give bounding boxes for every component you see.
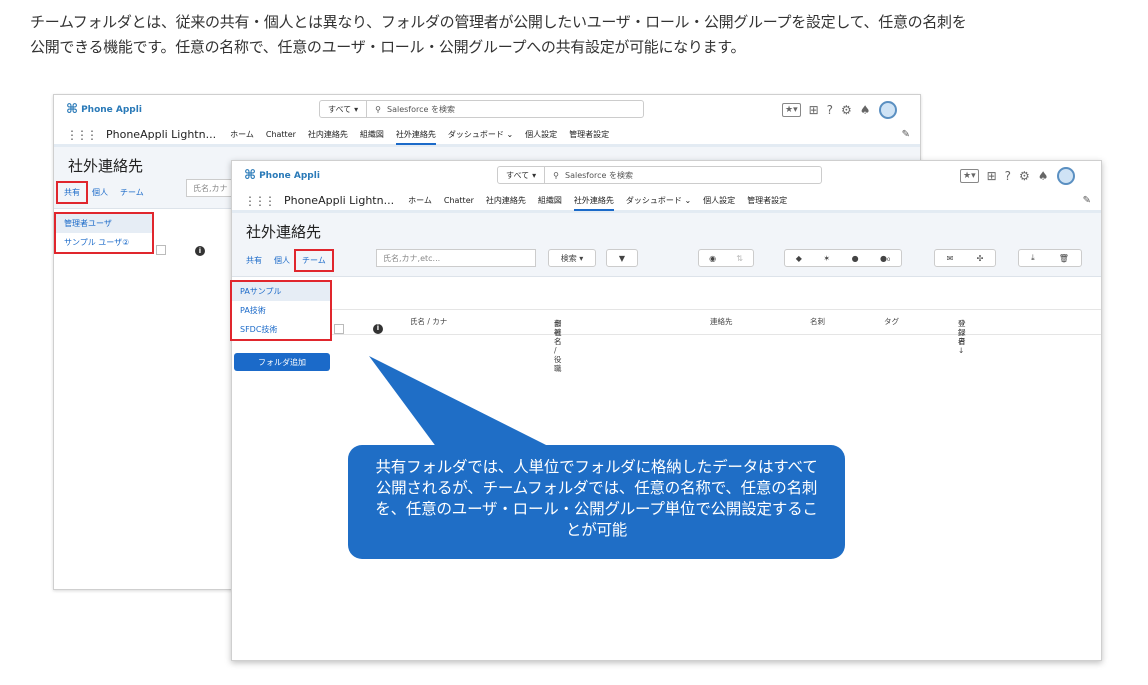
mail-actions-group[interactable]: ✉ ✣ [934, 249, 996, 267]
add-folder-button[interactable]: フォルダ追加 [234, 353, 330, 371]
gear-icon[interactable]: ⚙ [841, 103, 852, 117]
folder-list: PAサンプル PA技術 SFDC技術 [230, 280, 332, 341]
select-all-checkbox[interactable] [156, 245, 166, 255]
folder-item[interactable]: PA技術 [232, 301, 330, 320]
logo-icon: ⌘ [244, 168, 257, 183]
col-card[interactable]: 名刺 [810, 317, 825, 326]
nav-chatter[interactable]: Chatter [444, 196, 474, 205]
explanation-callout: 共有フォルダでは、人単位でフォルダに格納したデータはすべて公開されるが、チームフ… [348, 445, 845, 559]
nav-org-chart[interactable]: 組織図 [538, 195, 562, 206]
nav-external-contacts[interactable]: 社外連絡先 [395, 129, 436, 145]
search-scope[interactable]: すべて ▾ [498, 167, 546, 183]
edit-icon[interactable]: ✎ [902, 129, 910, 140]
people-icon[interactable]: ●₀ [880, 254, 890, 263]
top-bar: ⌘ Phone Appli すべて ▾ ⚲ Salesforce を検索 ★▾ ⊞ ?… [54, 95, 920, 125]
intro-line-1: チームフォルダとは、従来の共有・個人とは異なり、フォルダの管理者が公開したいユー… [30, 13, 967, 31]
trash-icon[interactable]: 🗑 [1059, 254, 1069, 263]
app-launcher-icon[interactable]: ⋮⋮⋮ [244, 194, 276, 208]
nav-org-chart[interactable]: 組織図 [360, 129, 384, 140]
header-tools: ★▾ ⊞ ? ⚙ ♠ [960, 167, 1075, 185]
filter-button[interactable]: ▼ [606, 249, 638, 267]
mail-icon[interactable]: ✉ [947, 254, 954, 263]
global-search[interactable]: すべて ▾ ⚲ Salesforce を検索 [497, 166, 822, 184]
top-bar: ⌘ Phone Appli すべて ▾ ⚲ Salesforce を検索 ★▾ ⊞ ?… [232, 161, 1101, 191]
help-icon[interactable]: ? [827, 103, 833, 117]
add-icon[interactable]: ⊞ [809, 103, 819, 117]
logo-icon: ⌘ [66, 102, 79, 117]
move-icon[interactable]: ✣ [977, 254, 984, 263]
card-actions-group[interactable]: ◆ ✶ ● ●₀ [784, 249, 902, 267]
view-toggle-group[interactable]: ◉ ⇅ [698, 249, 754, 267]
star-icon[interactable]: ✶ [823, 254, 830, 263]
app-logo: ⌘ Phone Appli [244, 168, 320, 183]
search-button[interactable]: 検索 ▾ [548, 249, 596, 267]
favorites-icon[interactable]: ★▾ [960, 169, 979, 183]
folder-tabs: 共有 個人 チーム [240, 249, 334, 272]
search-icon: ⚲ [375, 104, 381, 114]
nav-internal-contacts[interactable]: 社内連絡先 [486, 195, 526, 206]
col-tag[interactable]: タグ [884, 317, 899, 326]
folder-item[interactable]: サンプル ユーザ② [56, 233, 152, 252]
folder-item[interactable]: 管理者ユーザ [56, 214, 152, 233]
tab-shared[interactable]: 共有 [56, 181, 88, 204]
gear-icon[interactable]: ⚙ [1019, 169, 1030, 183]
nav-internal-contacts[interactable]: 社内連絡先 [308, 129, 348, 140]
tag-icon[interactable]: ◆ [796, 254, 802, 263]
front-screenshot: ⌘ Phone Appli すべて ▾ ⚲ Salesforce を検索 ★▾ ⊞ ?… [230, 160, 1102, 661]
intro-text: チームフォルダとは、従来の共有・個人とは異なり、フォルダの管理者が公開したいユー… [30, 10, 1130, 60]
nav-dashboard[interactable]: ダッシュボード ⌄ [448, 129, 513, 140]
info-icon: i [195, 246, 205, 256]
person-icon[interactable]: ● [852, 254, 859, 263]
camera-icon[interactable]: ◉ [709, 254, 716, 263]
tab-shared[interactable]: 共有 [240, 251, 268, 270]
nav-home[interactable]: ホーム [230, 129, 254, 140]
page-header: 社外連絡先 共有 個人 チーム 氏名,カナ,etc... 検索 ▾ ▼ ◉ ⇅ ◆… [232, 213, 1101, 277]
folder-list: 管理者ユーザ サンプル ユーザ② [54, 212, 154, 254]
avatar[interactable] [1056, 167, 1075, 185]
name-filter-input[interactable]: 氏名,カナ,etc... [376, 249, 536, 267]
tab-personal[interactable]: 個人 [268, 251, 296, 270]
tab-personal[interactable]: 個人 [86, 183, 114, 202]
edit-icon[interactable]: ✎ [1083, 195, 1091, 206]
nav-home[interactable]: ホーム [408, 195, 432, 206]
nav-bar: ⋮⋮⋮ PhoneAppli Lightn... ホーム Chatter 社内連… [54, 125, 920, 147]
page-title: 社外連絡先 [246, 223, 322, 241]
app-name: PhoneAppli Lightn... [106, 128, 217, 141]
favorites-icon[interactable]: ★▾ [782, 103, 801, 117]
nav-admin-settings[interactable]: 管理者設定 [747, 195, 787, 206]
nav-external-contacts[interactable]: 社外連絡先 [573, 195, 614, 211]
header-tools: ★▾ ⊞ ? ⚙ ♠ [782, 101, 897, 119]
bell-icon[interactable]: ♠ [860, 103, 871, 117]
col-name[interactable]: 氏名 / カナ [410, 317, 447, 326]
intro-line-2: 公開できる機能です。任意の名称で、任意のユーザ・ロール・公開グループへの共有設定… [30, 38, 746, 56]
nav-admin-settings[interactable]: 管理者設定 [569, 129, 609, 140]
avatar[interactable] [878, 101, 897, 119]
folder-item[interactable]: PAサンプル [232, 282, 330, 301]
sync-icon[interactable]: ⇅ [736, 254, 743, 263]
global-search[interactable]: すべて ▾ ⚲ Salesforce を検索 [319, 100, 644, 118]
bell-icon[interactable]: ♠ [1038, 169, 1049, 183]
app-name: PhoneAppli Lightn... [284, 194, 395, 207]
search-scope[interactable]: すべて ▾ [320, 101, 368, 117]
app-launcher-icon[interactable]: ⋮⋮⋮ [66, 128, 98, 142]
file-actions-group[interactable]: ⤓ 🗑 [1018, 249, 1082, 267]
download-icon[interactable]: ⤓ [1031, 253, 1035, 263]
page-title: 社外連絡先 [68, 157, 144, 175]
nav-personal-settings[interactable]: 個人設定 [703, 195, 735, 206]
help-icon[interactable]: ? [1005, 169, 1011, 183]
app-logo: ⌘ Phone Appli [66, 102, 142, 117]
nav-bar: ⋮⋮⋮ PhoneAppli Lightn... ホーム Chatter 社内連… [232, 191, 1101, 213]
table-header: i 氏名 / カナ 会社名 部署名 / 役職 連絡先 名刺 タグ 登録者 登録日 ↓ [332, 309, 1101, 373]
search-icon: ⚲ [553, 170, 559, 180]
filter-icon: ▼ [618, 253, 626, 263]
nav-chatter[interactable]: Chatter [266, 130, 296, 139]
folder-tabs: 共有 個人 チーム [56, 181, 150, 204]
nav-personal-settings[interactable]: 個人設定 [525, 129, 557, 140]
tab-team[interactable]: チーム [294, 249, 334, 272]
tab-team[interactable]: チーム [114, 183, 150, 202]
nav-dashboard[interactable]: ダッシュボード ⌄ [626, 195, 691, 206]
add-icon[interactable]: ⊞ [987, 169, 997, 183]
col-contact[interactable]: 連絡先 [710, 317, 733, 326]
folder-item[interactable]: SFDC技術 [232, 320, 330, 339]
